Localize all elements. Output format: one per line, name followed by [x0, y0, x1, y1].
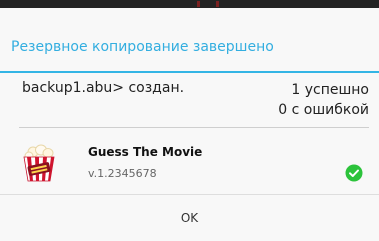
check-icon [345, 164, 363, 182]
ok-button[interactable]: OK [0, 195, 379, 241]
dialog-title: Резервное копирование завершено [11, 39, 274, 55]
background-artifact [216, 1, 219, 7]
error-count: 0 с ошибкой [278, 102, 369, 118]
success-count: 1 успешно [291, 82, 369, 98]
background-artifact [197, 1, 200, 7]
dialog-title-bar: Резервное копирование завершено [0, 8, 379, 71]
app-name: Guess The Movie [88, 145, 203, 159]
background-app-strip [0, 0, 379, 8]
title-divider [0, 71, 379, 73]
popcorn-app-icon [20, 144, 58, 182]
backup-file-status: backup1.abu> создан. [22, 80, 185, 96]
app-version: v.1.2345678 [88, 167, 157, 180]
list-divider [19, 127, 369, 128]
backup-result-counts: 1 успешно 0 с ошибкой [278, 80, 369, 120]
